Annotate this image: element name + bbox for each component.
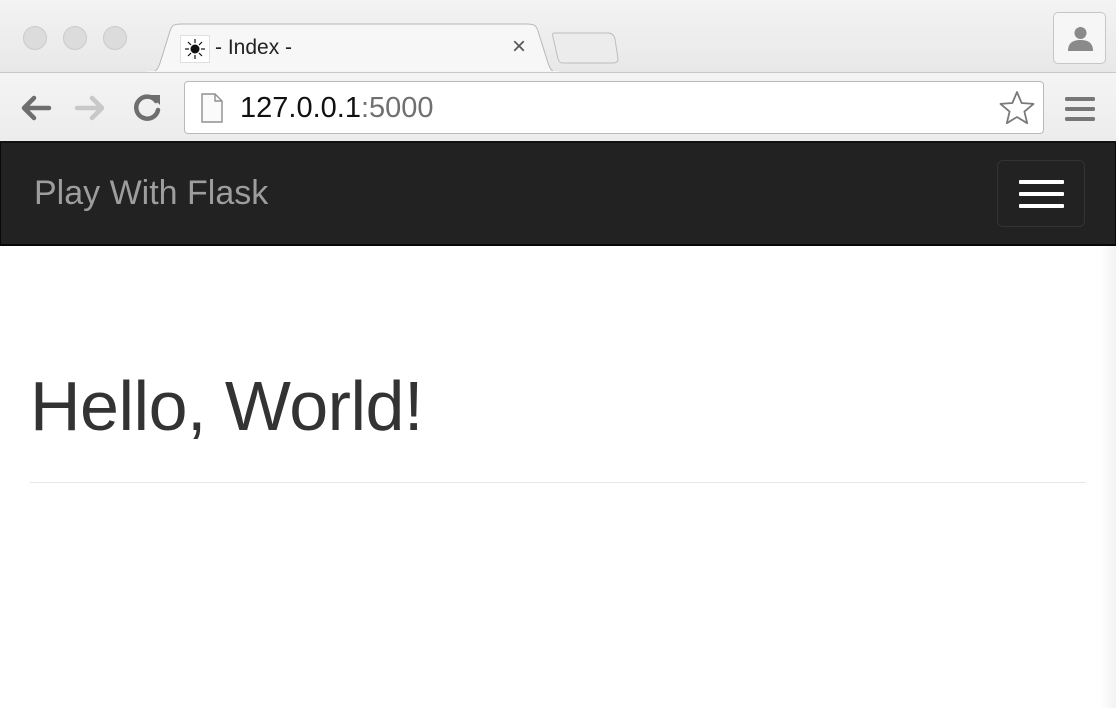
url-port: :5000: [360, 92, 434, 124]
navbar-brand[interactable]: Play With Flask: [34, 174, 268, 213]
tab-index[interactable]: - Index - ×: [146, 23, 560, 73]
address-bar[interactable]: 127.0.0.1:5000: [184, 81, 1044, 134]
page-title: Hello, World!: [30, 367, 423, 445]
window-minimize-control[interactable]: [63, 26, 87, 50]
tab-title: - Index -: [215, 36, 293, 59]
profile-button[interactable]: [1053, 12, 1106, 64]
url-host: 127.0.0.1: [240, 92, 361, 124]
toggle-bar: [1019, 192, 1064, 196]
forward-button[interactable]: [73, 90, 109, 126]
back-arrow-icon: [21, 95, 52, 121]
star-icon[interactable]: [998, 89, 1036, 127]
browser-toolbar: 127.0.0.1:5000: [0, 72, 1116, 142]
scroll-edge-shadow: [1100, 246, 1116, 708]
window-zoom-control[interactable]: [103, 26, 127, 50]
tab-strip: - Index - ×: [0, 0, 1116, 73]
menu-icon[interactable]: [1063, 94, 1097, 124]
new-tab-button[interactable]: [552, 31, 620, 65]
back-button[interactable]: [17, 90, 53, 126]
forward-arrow-icon: [74, 95, 105, 121]
profile-icon: [1068, 27, 1093, 51]
toggle-bar: [1019, 180, 1064, 184]
url-text: 127.0.0.1:5000: [240, 92, 434, 125]
favicon-icon: [180, 35, 210, 63]
reload-button[interactable]: [129, 90, 165, 126]
close-icon[interactable]: ×: [506, 34, 532, 60]
reload-icon: [134, 94, 161, 121]
browser-window: - Index - × 127.0.0.1:5000 Play With Fla…: [0, 0, 1116, 708]
toggle-bar: [1019, 204, 1064, 208]
site-navbar: Play With Flask: [0, 143, 1116, 246]
navbar-toggle-button[interactable]: [997, 160, 1085, 227]
page-icon: [201, 93, 223, 123]
heading-divider: [30, 482, 1086, 483]
window-close-control[interactable]: [23, 26, 47, 50]
